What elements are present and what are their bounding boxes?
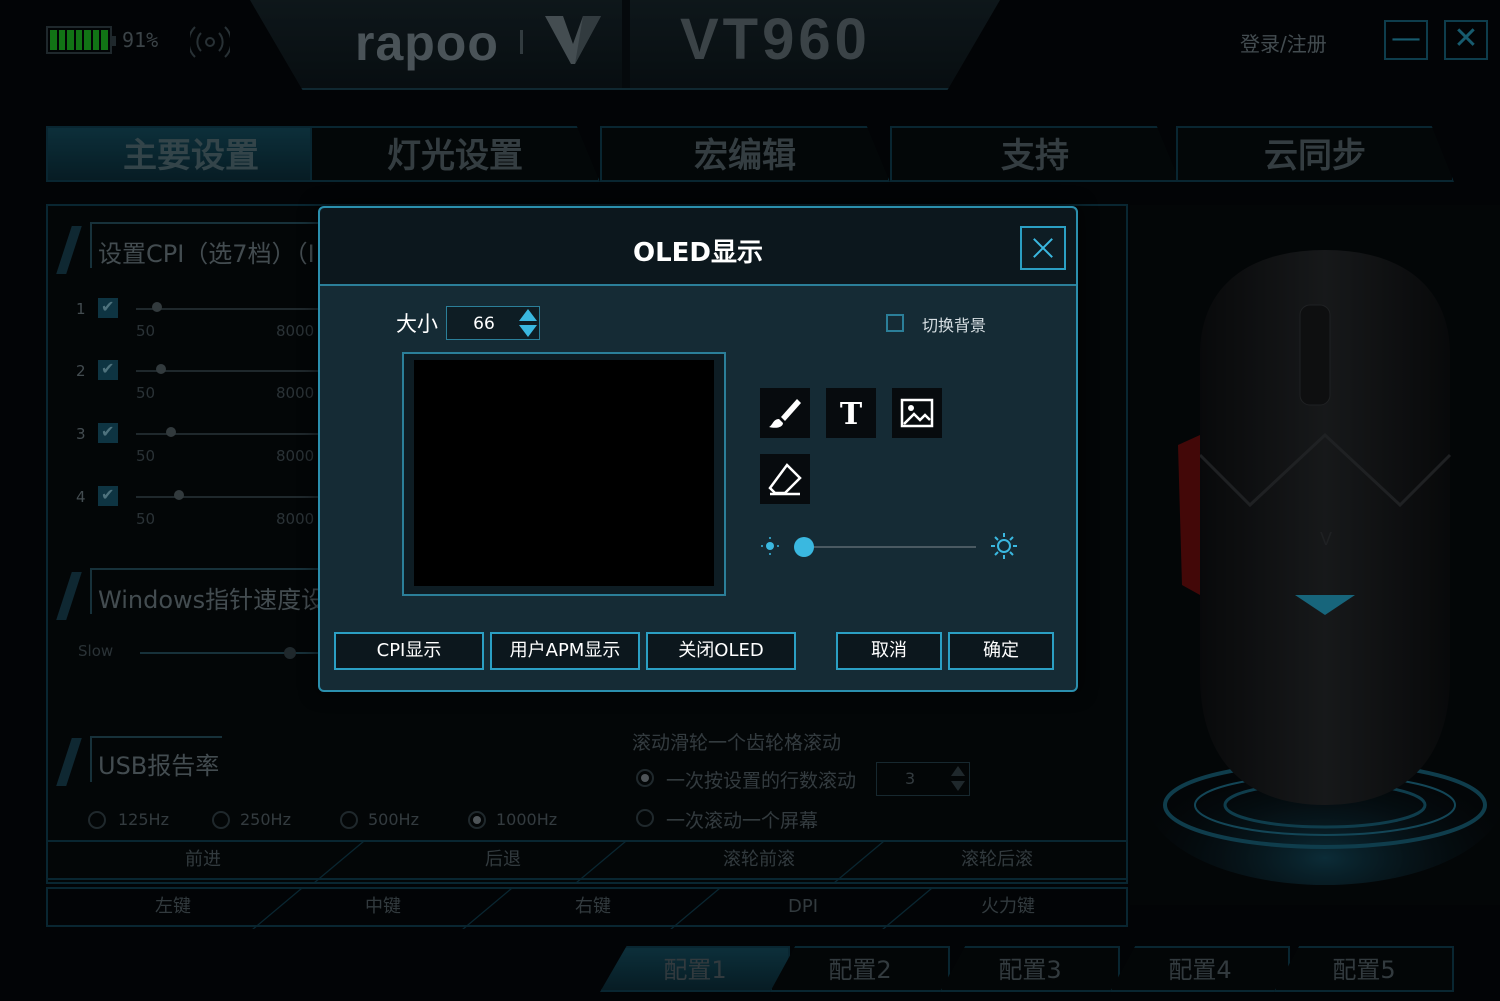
brightness-slider[interactable] xyxy=(800,546,976,548)
brightness-high-icon xyxy=(991,533,1017,559)
size-stepper[interactable] xyxy=(446,306,540,341)
text-tool-button[interactable]: T xyxy=(826,388,876,438)
size-up-icon[interactable] xyxy=(519,309,537,321)
toggle-background-label: 切换背景 xyxy=(922,316,987,335)
dialog-title: OLED显示 xyxy=(632,238,763,268)
oled-display-dialog: OLED显示 大小 切换背景 T xyxy=(318,206,1078,692)
toggle-background-checkbox[interactable] xyxy=(886,314,904,332)
brush-tool-button[interactable] xyxy=(760,388,810,438)
cancel-button[interactable]: 取消 xyxy=(836,632,942,670)
dialog-close-button[interactable] xyxy=(1020,226,1066,270)
text-icon: T xyxy=(840,397,863,431)
cpi-display-button[interactable]: CPI显示 xyxy=(334,632,484,670)
size-label: 大小 xyxy=(396,312,438,336)
brightness-low-icon xyxy=(761,537,779,555)
confirm-button[interactable]: 确定 xyxy=(948,632,1054,670)
eraser-tool-button[interactable] xyxy=(760,454,810,504)
dialog-header: OLED显示 xyxy=(320,208,1076,286)
size-down-icon[interactable] xyxy=(519,325,537,337)
oled-off-button[interactable]: 关闭OLED xyxy=(646,632,796,670)
brush-icon xyxy=(769,399,801,428)
size-input[interactable] xyxy=(447,307,521,341)
eraser-icon xyxy=(768,463,802,496)
apm-display-button[interactable]: 用户APM显示 xyxy=(490,632,640,670)
svg-text:T: T xyxy=(840,397,863,431)
oled-canvas[interactable] xyxy=(414,360,714,586)
oled-preview-frame xyxy=(402,352,726,596)
image-icon xyxy=(900,398,934,428)
brightness-slider-knob[interactable] xyxy=(794,537,814,557)
image-tool-button[interactable] xyxy=(892,388,942,438)
